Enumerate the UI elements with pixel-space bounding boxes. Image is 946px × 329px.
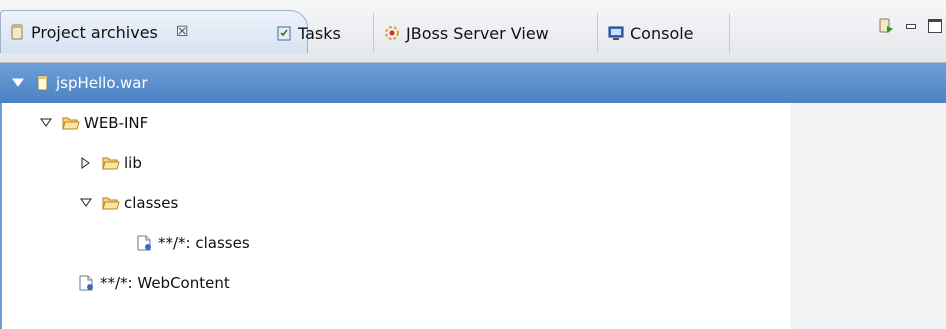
- archive-jar-icon: [9, 24, 25, 40]
- tree-item-lib[interactable]: lib: [0, 143, 790, 183]
- archives-tree: jspHello.war WEB-INF lib classes **/*: c…: [0, 63, 946, 303]
- close-tab-icon[interactable]: ☒: [176, 24, 189, 40]
- minimize-icon[interactable]: [904, 21, 918, 31]
- tab-tasks[interactable]: Tasks: [268, 13, 374, 53]
- tab-label: Project archives: [31, 22, 158, 42]
- tree-item-label: WEB-INF: [84, 114, 149, 132]
- tab-label: Console: [630, 23, 694, 43]
- expand-toggle-icon[interactable]: [78, 195, 94, 211]
- folder-open-icon: [102, 195, 120, 211]
- fileset-icon: [136, 235, 152, 251]
- tab-jboss-server-view[interactable]: JBoss Server View: [376, 13, 598, 53]
- tree-item-label: jspHello.war: [56, 74, 148, 92]
- tab-label: JBoss Server View: [406, 23, 549, 43]
- tree-item-fileset-webcontent[interactable]: **/*: WebContent: [0, 263, 790, 303]
- tree-item-classes[interactable]: classes: [0, 183, 790, 223]
- console-monitor-icon: [608, 25, 624, 41]
- tab-console[interactable]: Console: [600, 13, 730, 53]
- tree-item-fileset-classes[interactable]: **/*: classes: [0, 223, 790, 263]
- view-toolbar: [878, 18, 942, 34]
- view-tab-bar: Project archives ☒ Tasks JBoss Server Vi…: [0, 0, 946, 63]
- maximize-icon[interactable]: [928, 19, 942, 33]
- folder-open-icon: [102, 155, 120, 171]
- collapse-toggle-icon[interactable]: [78, 155, 94, 171]
- tab-label: Tasks: [298, 23, 341, 43]
- build-archive-icon[interactable]: [878, 18, 894, 34]
- tree-item-label: **/*: classes: [158, 234, 250, 252]
- expand-toggle-icon[interactable]: [38, 115, 54, 131]
- tree-item-label: classes: [124, 194, 179, 212]
- tree-item-jsphello-war[interactable]: jspHello.war: [0, 63, 946, 103]
- tab-project-archives[interactable]: Project archives ☒: [0, 10, 308, 53]
- jboss-server-icon: [384, 25, 400, 41]
- details-pane: [790, 103, 946, 329]
- tree-item-label: lib: [124, 154, 142, 172]
- tasks-clipboard-icon: [276, 25, 292, 41]
- tree-item-label: **/*: WebContent: [100, 274, 230, 292]
- folder-open-icon: [62, 115, 80, 131]
- tree-item-web-inf[interactable]: WEB-INF: [0, 103, 790, 143]
- war-jar-icon: [34, 75, 50, 91]
- expand-toggle-icon[interactable]: [10, 75, 26, 91]
- fileset-icon: [78, 275, 94, 291]
